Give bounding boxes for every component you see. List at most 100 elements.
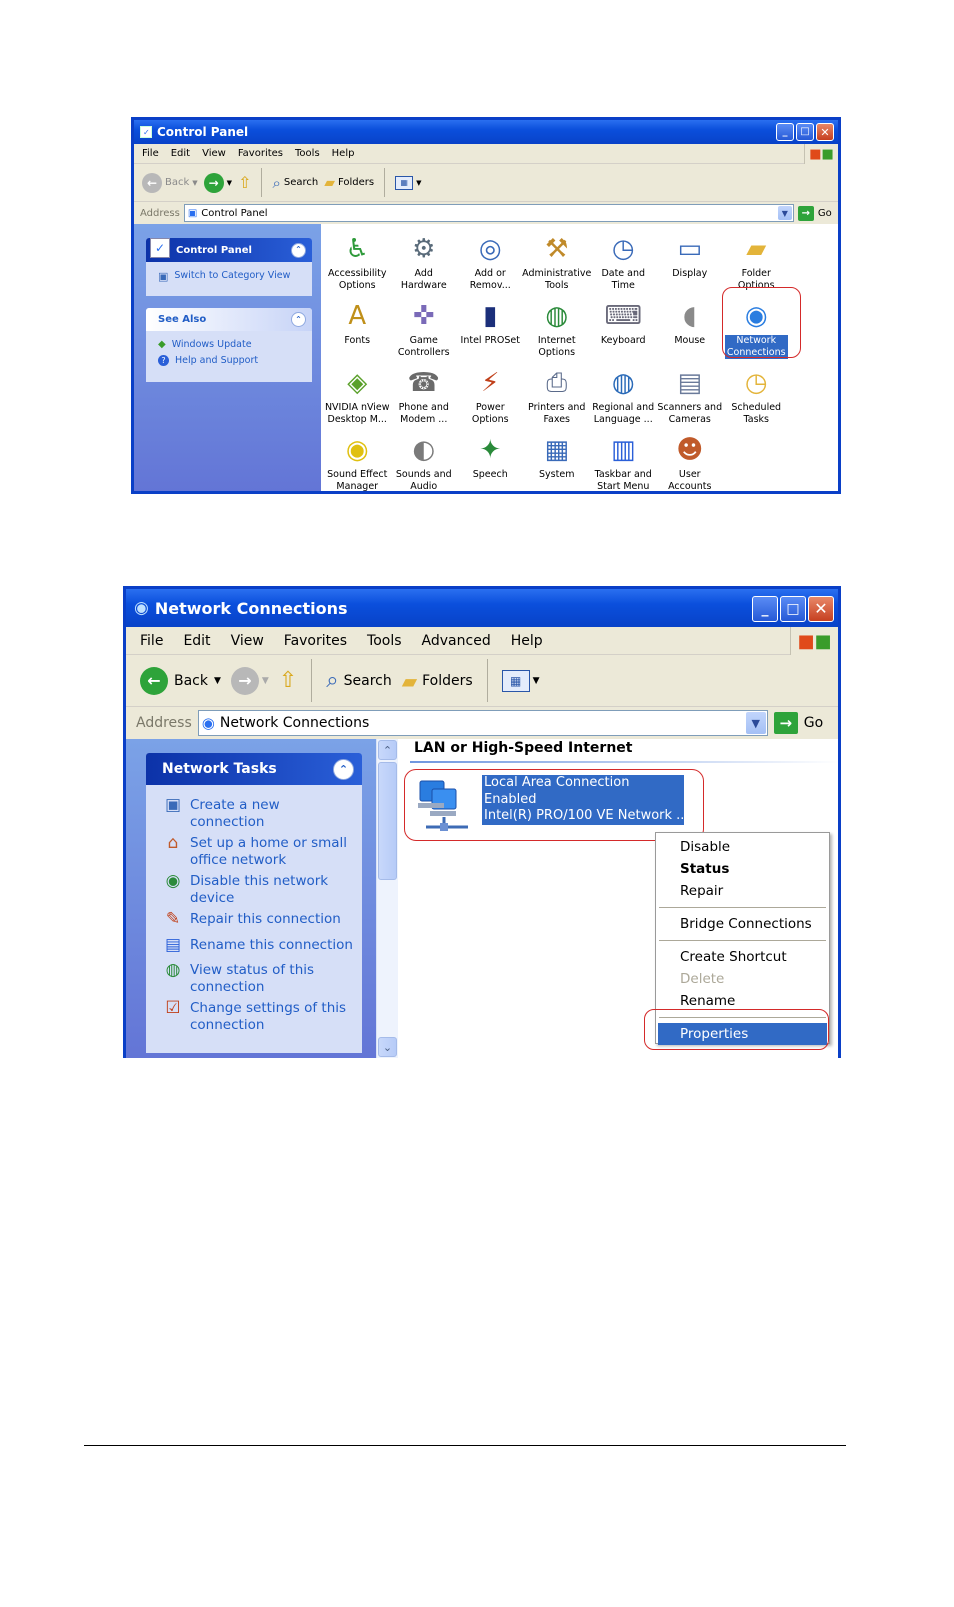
forward-dropdown-icon[interactable]: ▼	[227, 179, 232, 187]
cp-item-taskbar-start[interactable]: ▥ Taskbar and Start Menu	[590, 433, 657, 491]
collapse-icon[interactable]: ⌃	[333, 758, 354, 780]
minimize-button[interactable]: _	[752, 596, 778, 622]
title-bar[interactable]: ✓ Control Panel _ □ ✕	[134, 120, 838, 144]
cp-item-nvidia[interactable]: ◈ NVIDIA nView Desktop M...	[324, 366, 391, 426]
menu-view[interactable]: View	[202, 148, 226, 159]
folders-button[interactable]: ▰ Folders	[402, 669, 473, 693]
folders-button[interactable]: ▰ Folders	[324, 175, 374, 191]
search-button[interactable]: ⌕ Search	[272, 174, 318, 192]
maximize-button[interactable]: □	[780, 596, 806, 622]
task-label-line1: Rename this connection	[190, 936, 353, 953]
windows-update-link[interactable]: ◆ Windows Update	[146, 331, 312, 350]
views-button[interactable]: ▦ ▼	[395, 175, 422, 190]
menu-status[interactable]: Status	[656, 858, 829, 880]
menu-favorites[interactable]: Favorites	[238, 148, 283, 159]
address-dropdown-button[interactable]: ▼	[777, 206, 792, 220]
collapse-icon[interactable]: ⌃	[291, 312, 306, 327]
cp-item-intel-proset[interactable]: ▮ Intel PROSet	[457, 299, 524, 347]
menu-edit[interactable]: Edit	[183, 633, 210, 649]
menu-help[interactable]: Help	[332, 148, 355, 159]
cp-item-power-options[interactable]: ⚡ Power Options	[457, 366, 524, 426]
up-folder-button[interactable]: ⇧	[238, 173, 251, 192]
menu-file[interactable]: File	[140, 633, 163, 649]
views-button[interactable]: ▦ ▼	[501, 669, 540, 692]
scroll-up-button[interactable]: ⌃	[378, 740, 397, 760]
task-new-connection[interactable]: ▣ Create a new connection	[162, 797, 362, 830]
cp-item-accessibility[interactable]: ♿ Accessibility Options	[324, 232, 391, 292]
menu-repair[interactable]: Repair	[656, 880, 829, 902]
menu-favorites[interactable]: Favorites	[284, 633, 347, 649]
cp-item-mouse[interactable]: ◖ Mouse	[657, 299, 724, 347]
close-button[interactable]: ✕	[816, 123, 834, 141]
scroll-thumb[interactable]	[378, 762, 397, 880]
back-button[interactable]: ← Back ▼	[142, 172, 198, 193]
address-dropdown-button[interactable]: ▼	[745, 712, 766, 734]
search-button[interactable]: ⌕ Search	[326, 668, 391, 693]
task-repair[interactable]: ✎ Repair this connection	[162, 911, 362, 928]
forward-dropdown-icon[interactable]: ▼	[262, 676, 269, 686]
task-home-network[interactable]: ⌂ Set up a home or small office network	[162, 835, 362, 868]
switch-category-view-link[interactable]: ▣ Switch to Category View	[146, 262, 312, 283]
cp-item-phone-modem[interactable]: ☎ Phone and Modem ...	[391, 366, 458, 426]
collapse-icon[interactable]: ⌃	[291, 242, 306, 258]
cp-item-keyboard[interactable]: ⌨ Keyboard	[590, 299, 657, 347]
control-panel-panel-header[interactable]: ✓ Control Panel ⌃	[146, 238, 312, 262]
cp-item-display[interactable]: ▭ Display	[657, 232, 724, 280]
task-settings[interactable]: ☑ Change settings of this connection	[162, 1000, 362, 1033]
menu-disable[interactable]: Disable	[656, 836, 829, 858]
title-bar[interactable]: ◉ Network Connections _ □ ✕	[126, 589, 838, 627]
cp-item-label: Mouse	[674, 335, 705, 347]
cp-item-scheduled-tasks[interactable]: ◷ Scheduled Tasks	[723, 366, 790, 426]
back-button[interactable]: ← Back ▼	[140, 666, 221, 695]
cp-item-scanners-cameras[interactable]: ▤ Scanners and Cameras	[657, 366, 724, 426]
menu-tools[interactable]: Tools	[367, 633, 402, 649]
cp-item-date-time[interactable]: ◷ Date and Time	[590, 232, 657, 292]
cp-item-add-remove-programs[interactable]: ◎ Add or Remov...	[457, 232, 524, 292]
menu-help[interactable]: Help	[511, 633, 543, 649]
cp-item-fonts[interactable]: A Fonts	[324, 299, 391, 347]
forward-arrow-icon: →	[230, 666, 259, 695]
menu-create-shortcut[interactable]: Create Shortcut	[656, 946, 829, 968]
cp-item-administrative-tools[interactable]: ⚒ Administrative Tools	[522, 232, 591, 292]
minimize-button[interactable]: _	[776, 123, 794, 141]
back-dropdown-icon[interactable]: ▼	[192, 179, 197, 187]
menu-view[interactable]: View	[231, 633, 264, 649]
task-rename[interactable]: ▤ Rename this connection	[162, 936, 362, 954]
cp-item-label-line1: Date and Time	[601, 268, 646, 291]
go-button[interactable]: → Go	[797, 205, 832, 221]
up-folder-button[interactable]: ⇧	[279, 668, 297, 693]
menu-tools[interactable]: Tools	[295, 148, 320, 159]
maximize-button[interactable]: □	[796, 123, 814, 141]
cp-item-sound-effect[interactable]: ◉ Sound Effect Manager	[324, 433, 391, 491]
cp-item-user-accounts[interactable]: ☻ User Accounts	[657, 433, 724, 491]
menu-advanced[interactable]: Advanced	[422, 633, 491, 649]
cp-item-label-line1: Add or	[474, 268, 506, 279]
address-input[interactable]: ▣ Control Panel ▼	[183, 204, 794, 222]
task-disable-network[interactable]: ◉ Disable this network device	[162, 873, 362, 906]
go-button[interactable]: → Go	[773, 712, 823, 734]
network-tasks-header[interactable]: Network Tasks ⌃	[146, 753, 362, 785]
menu-bridge-connections[interactable]: Bridge Connections	[656, 913, 829, 935]
close-button[interactable]: ✕	[808, 596, 834, 622]
forward-button[interactable]: → ▼	[203, 172, 232, 193]
help-support-link[interactable]: ? Help and Support	[146, 350, 312, 366]
cp-item-add-hardware[interactable]: ⚙ Add Hardware	[391, 232, 458, 292]
add-remove-programs-icon: ◎	[478, 234, 502, 264]
cp-item-printers-faxes[interactable]: ⎙ Printers and Faxes	[524, 366, 591, 426]
see-also-header[interactable]: See Also ⌃	[146, 308, 312, 331]
cp-item-sounds-audio[interactable]: ◐ Sounds andAudio Devices	[391, 433, 458, 491]
forward-button[interactable]: → ▼	[230, 666, 269, 695]
menu-edit[interactable]: Edit	[171, 148, 190, 159]
task-status[interactable]: ◍ View status of this connection	[162, 962, 362, 995]
address-input[interactable]: ◉ Network Connections ▼	[197, 710, 768, 736]
back-dropdown-icon[interactable]: ▼	[214, 676, 221, 686]
cp-item-internet-options[interactable]: ◍ Internet Options	[524, 299, 591, 359]
cp-item-system[interactable]: ▦ System	[524, 433, 591, 481]
scroll-down-button[interactable]: ⌄	[378, 1037, 397, 1057]
cp-item-regional-language[interactable]: ◍ Regional and Language ...	[590, 366, 657, 426]
cp-item-folder-options[interactable]: ▰ Folder Options	[723, 232, 790, 292]
scrollbar[interactable]: ⌃ ⌄	[376, 739, 398, 1058]
menu-file[interactable]: File	[142, 148, 159, 159]
cp-item-game-controllers[interactable]: ✜ Game Controllers	[391, 299, 458, 359]
cp-item-speech[interactable]: ✦ Speech	[457, 433, 524, 481]
